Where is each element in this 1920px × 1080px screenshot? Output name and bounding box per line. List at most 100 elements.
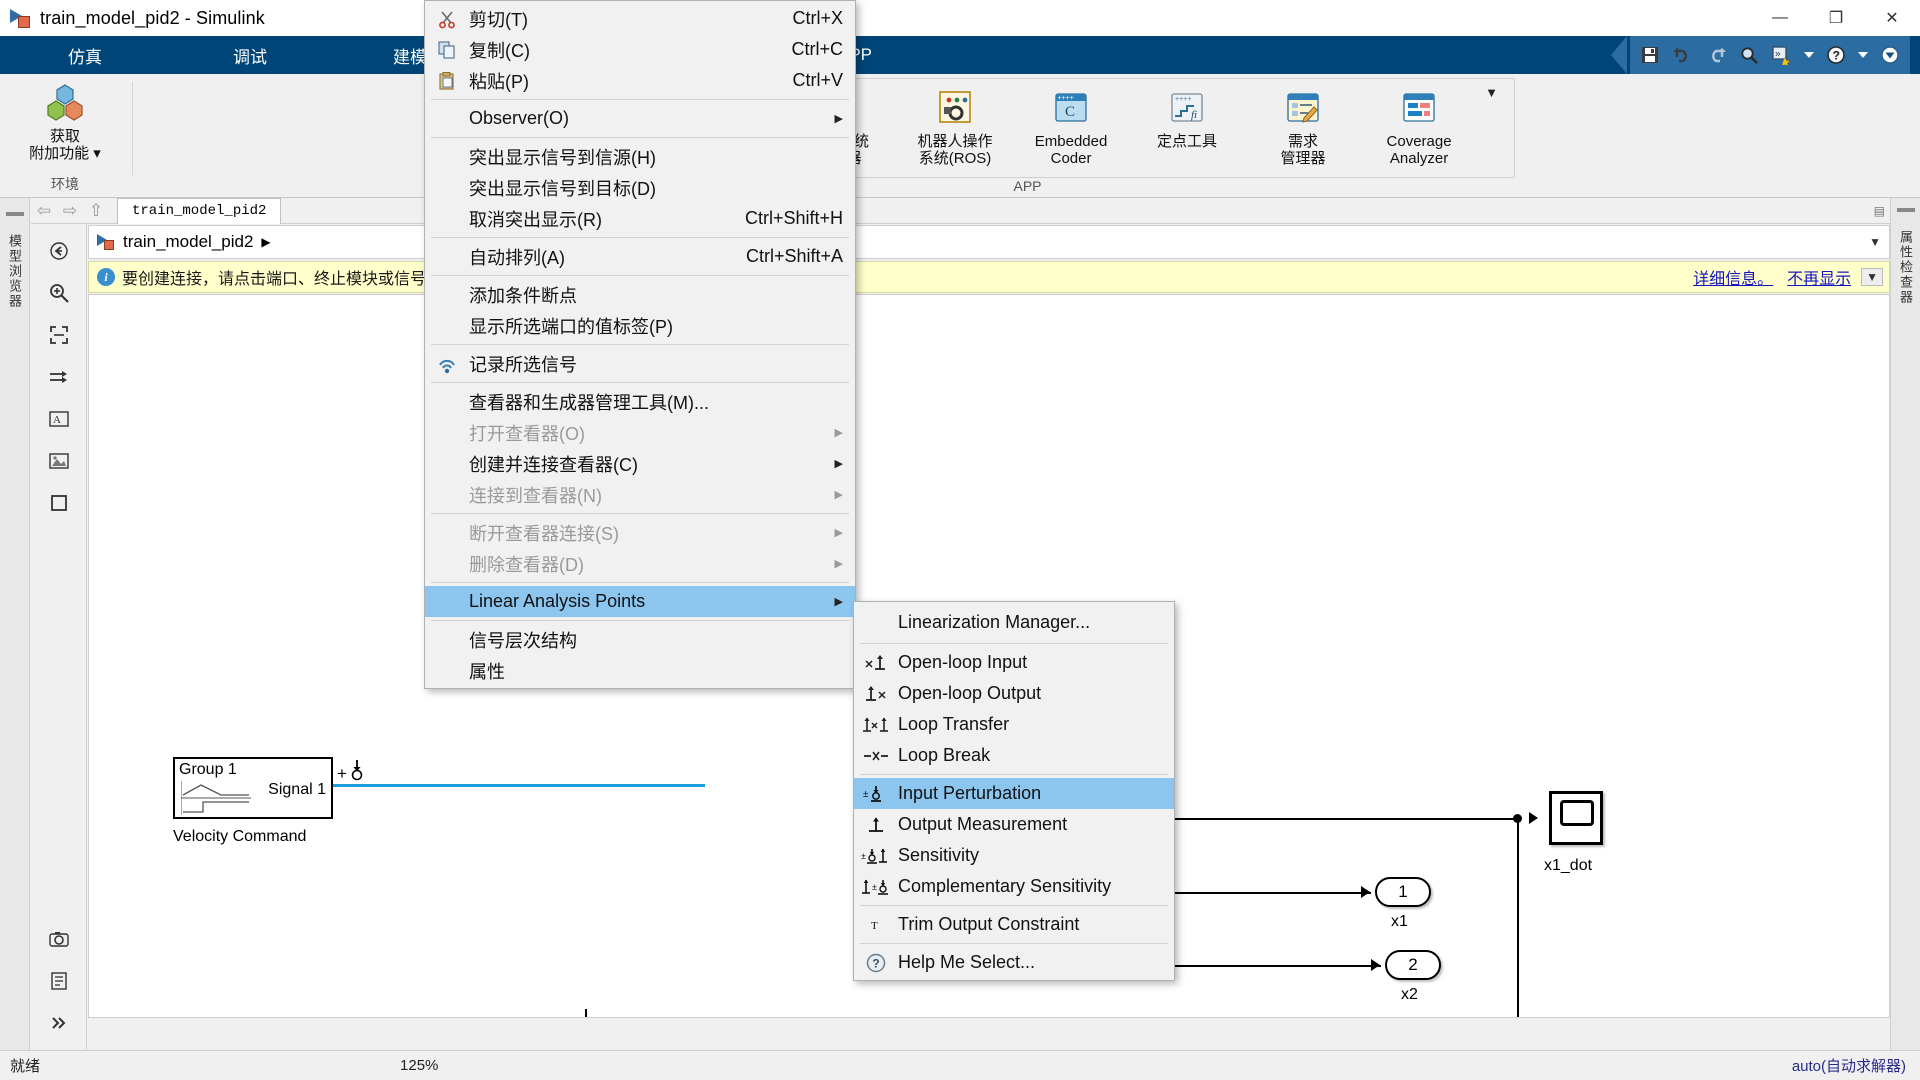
menu-item-auto-arrange-accel: Ctrl+Shift+A <box>745 246 843 266</box>
model-file-tab[interactable]: train_model_pid2 <box>117 197 282 224</box>
ribbon-label-cov-2: Analyzer <box>1389 150 1449 168</box>
menu-item-copy[interactable]: 复制(C) Ctrl+C <box>425 34 855 65</box>
menu-item-delete-viewer-label: 删除查看器(D) <box>469 554 584 575</box>
status-bar: 就绪 125% auto(自动求解器) <box>0 1050 1920 1080</box>
tab-simulation[interactable]: 仿真 <box>0 36 170 74</box>
submenu-item-loop-break[interactable]: Loop Break <box>854 740 1174 771</box>
navigate-back-icon[interactable] <box>40 234 78 268</box>
nav-forward-icon[interactable]: ⇨ <box>57 201 83 221</box>
menu-item-properties[interactable]: 属性 <box>425 655 855 686</box>
submenu-arrow-icon: ▶ <box>834 596 843 608</box>
block-outport-1[interactable]: 1 <box>1375 877 1431 907</box>
menu-item-paste[interactable]: 粘贴(P) Ctrl+V <box>425 65 855 96</box>
velocity-command-group-label: Group 1 <box>179 761 237 778</box>
menu-item-highlight-to-destination[interactable]: 突出显示信号到目标(D) <box>425 172 855 203</box>
menu-item-highlight-to-source[interactable]: 突出显示信号到信源(H) <box>425 141 855 172</box>
menu-item-create-connect-viewer[interactable]: 创建并连接查看器(C) ▶ <box>425 448 855 479</box>
ribbon-button-fixed-point-tool[interactable]: ++++ fi 定点工具 <box>1129 85 1245 152</box>
submenu-item-complementary-sensitivity-label: Complementary Sensitivity <box>898 876 1112 896</box>
image-icon[interactable] <box>40 444 78 478</box>
ribbon-group-label-app: APP <box>1013 178 1042 194</box>
submenu-item-complementary-sensitivity[interactable]: ± Complementary Sensitivity <box>854 871 1174 902</box>
block-scope-x1dot[interactable] <box>1549 791 1603 845</box>
notes-icon[interactable] <box>40 964 78 998</box>
collapse-ribbon-icon[interactable] <box>1876 42 1904 68</box>
linear-analysis-points-submenu[interactable]: Linearization Manager... Open-loop Input… <box>853 601 1175 981</box>
outport2-label: x2 <box>1401 986 1418 1003</box>
notification-collapse-icon[interactable]: ▼ <box>1861 268 1883 286</box>
submenu-item-linearization-manager[interactable]: Linearization Manager... <box>854 604 1174 640</box>
model-nav-bar: ⇦ ⇨ ⇧ train_model_pid2 ▤ <box>31 197 1890 224</box>
tab-debug[interactable]: 调试 <box>170 36 330 74</box>
submenu-item-output-measurement[interactable]: Output Measurement <box>854 809 1174 840</box>
svg-text:»: » <box>1775 49 1781 60</box>
menu-item-observer-label: Observer(O) <box>469 108 570 128</box>
submenu-item-open-loop-input[interactable]: Open-loop Input <box>854 647 1174 678</box>
status-ready: 就绪 <box>10 1058 41 1075</box>
shortcuts-dropdown-icon[interactable] <box>1801 42 1817 68</box>
help-dropdown-icon[interactable] <box>1855 42 1871 68</box>
status-zoom-level[interactable]: 125% <box>400 1057 438 1074</box>
signal-routing-icon[interactable] <box>40 360 78 394</box>
submenu-item-loop-transfer[interactable]: Loop Transfer <box>854 709 1174 740</box>
shortcuts-icon[interactable]: » <box>1768 42 1796 68</box>
menu-item-linear-analysis-points[interactable]: Linear Analysis Points ▶ <box>425 586 855 617</box>
ribbon-label-ros-2: 系统(ROS) <box>918 150 992 168</box>
ribbon-button-embedded-coder[interactable]: ++++ C Embedded Coder <box>1013 85 1129 170</box>
submenu-item-open-loop-output[interactable]: Open-loop Output <box>854 678 1174 709</box>
help-icon[interactable]: ? <box>1822 42 1850 68</box>
ribbon-apps-overflow-button[interactable]: ▼ <box>1477 85 1506 100</box>
block-outport-2[interactable]: 2 <box>1385 950 1441 980</box>
area-icon[interactable] <box>40 486 78 520</box>
embedded-coder-icon: ++++ C <box>1048 87 1094 129</box>
scope-block-label: x1_dot <box>1544 857 1593 874</box>
search-icon[interactable] <box>1735 42 1763 68</box>
minimize-button[interactable]: — <box>1752 0 1808 36</box>
breadcrumb[interactable]: train_model_pid2 ▶ ▼ <box>88 225 1890 259</box>
save-icon[interactable] <box>1636 42 1664 68</box>
ribbon-button-ros[interactable]: 机器人操作 系统(ROS) <box>897 85 1013 170</box>
status-solver[interactable]: auto(自动求解器) <box>1792 1055 1906 1076</box>
submenu-item-trim-output-constraint[interactable]: T Trim Output Constraint <box>854 909 1174 940</box>
maximize-button[interactable]: ❐ <box>1808 0 1864 36</box>
copy-icon <box>425 40 469 60</box>
help-icon: ? <box>854 952 898 974</box>
fit-to-view-icon[interactable] <box>40 318 78 352</box>
nav-up-icon[interactable]: ⇧ <box>83 201 109 221</box>
submenu-item-trim-output-constraint-label: Trim Output Constraint <box>898 914 1080 934</box>
menu-item-add-conditional-breakpoint[interactable]: 添加条件断点 <box>425 279 855 310</box>
wire-feedback-up[interactable] <box>585 1009 587 1017</box>
submenu-item-help-me-select[interactable]: ? Help Me Select... <box>854 947 1174 978</box>
breadcrumb-dropdown-icon[interactable]: ▼ <box>1869 235 1881 249</box>
menu-separator <box>860 643 1168 644</box>
block-velocity-command[interactable]: Group 1 Signal 1 <box>173 757 333 819</box>
wire-feedback-vertical[interactable] <box>1517 818 1519 1017</box>
menu-item-viewers-generators-manager[interactable]: 查看器和生成器管理工具(M)... <box>425 386 855 417</box>
close-button[interactable]: ✕ <box>1864 0 1920 36</box>
notification-details-link[interactable]: 详细信息。 <box>1693 265 1773 289</box>
menu-item-signal-hierarchy[interactable]: 信号层次结构 <box>425 624 855 655</box>
submenu-item-sensitivity[interactable]: ± Sensitivity <box>854 840 1174 871</box>
menu-item-log-selected-signals[interactable]: 记录所选信号 <box>425 348 855 379</box>
ribbon-button-coverage-analyzer[interactable]: Coverage Analyzer <box>1361 85 1477 170</box>
redo-icon[interactable] <box>1702 42 1730 68</box>
notification-dismiss-link[interactable]: 不再显示 <box>1787 265 1851 289</box>
menu-item-auto-arrange[interactable]: 自动排列(A) Ctrl+Shift+A <box>425 241 855 272</box>
ribbon-button-get-addons[interactable]: 获取 附加功能 ▾ <box>7 80 123 165</box>
zoom-icon[interactable] <box>40 276 78 310</box>
nav-back-icon[interactable]: ⇦ <box>31 201 57 221</box>
context-menu[interactable]: 剪切(T) Ctrl+X 复制(C) Ctrl+C 粘贴(P) Ctrl+V O… <box>424 0 856 689</box>
annotation-icon[interactable]: A <box>40 402 78 436</box>
menu-item-cut[interactable]: 剪切(T) Ctrl+X <box>425 3 855 34</box>
undo-icon[interactable] <box>1669 42 1697 68</box>
wire-velocity-to-sum[interactable] <box>333 784 705 787</box>
menu-item-remove-highlighting[interactable]: 取消突出显示(R) Ctrl+Shift+H <box>425 203 855 234</box>
menu-item-show-port-value-labels[interactable]: 显示所选端口的值标签(P) <box>425 310 855 341</box>
menu-item-connect-to-viewer-label: 连接到查看器(N) <box>469 485 602 506</box>
ribbon-label-ros-1: 机器人操作 <box>917 133 993 150</box>
submenu-item-input-perturbation[interactable]: ± Input Perturbation <box>854 778 1174 809</box>
ribbon-button-requirements-manager[interactable]: 需求 管理器 <box>1245 85 1361 170</box>
menu-item-observer[interactable]: Observer(O) ▶ <box>425 103 855 134</box>
snapshot-icon[interactable] <box>40 922 78 956</box>
expand-tools-icon[interactable] <box>40 1006 78 1040</box>
